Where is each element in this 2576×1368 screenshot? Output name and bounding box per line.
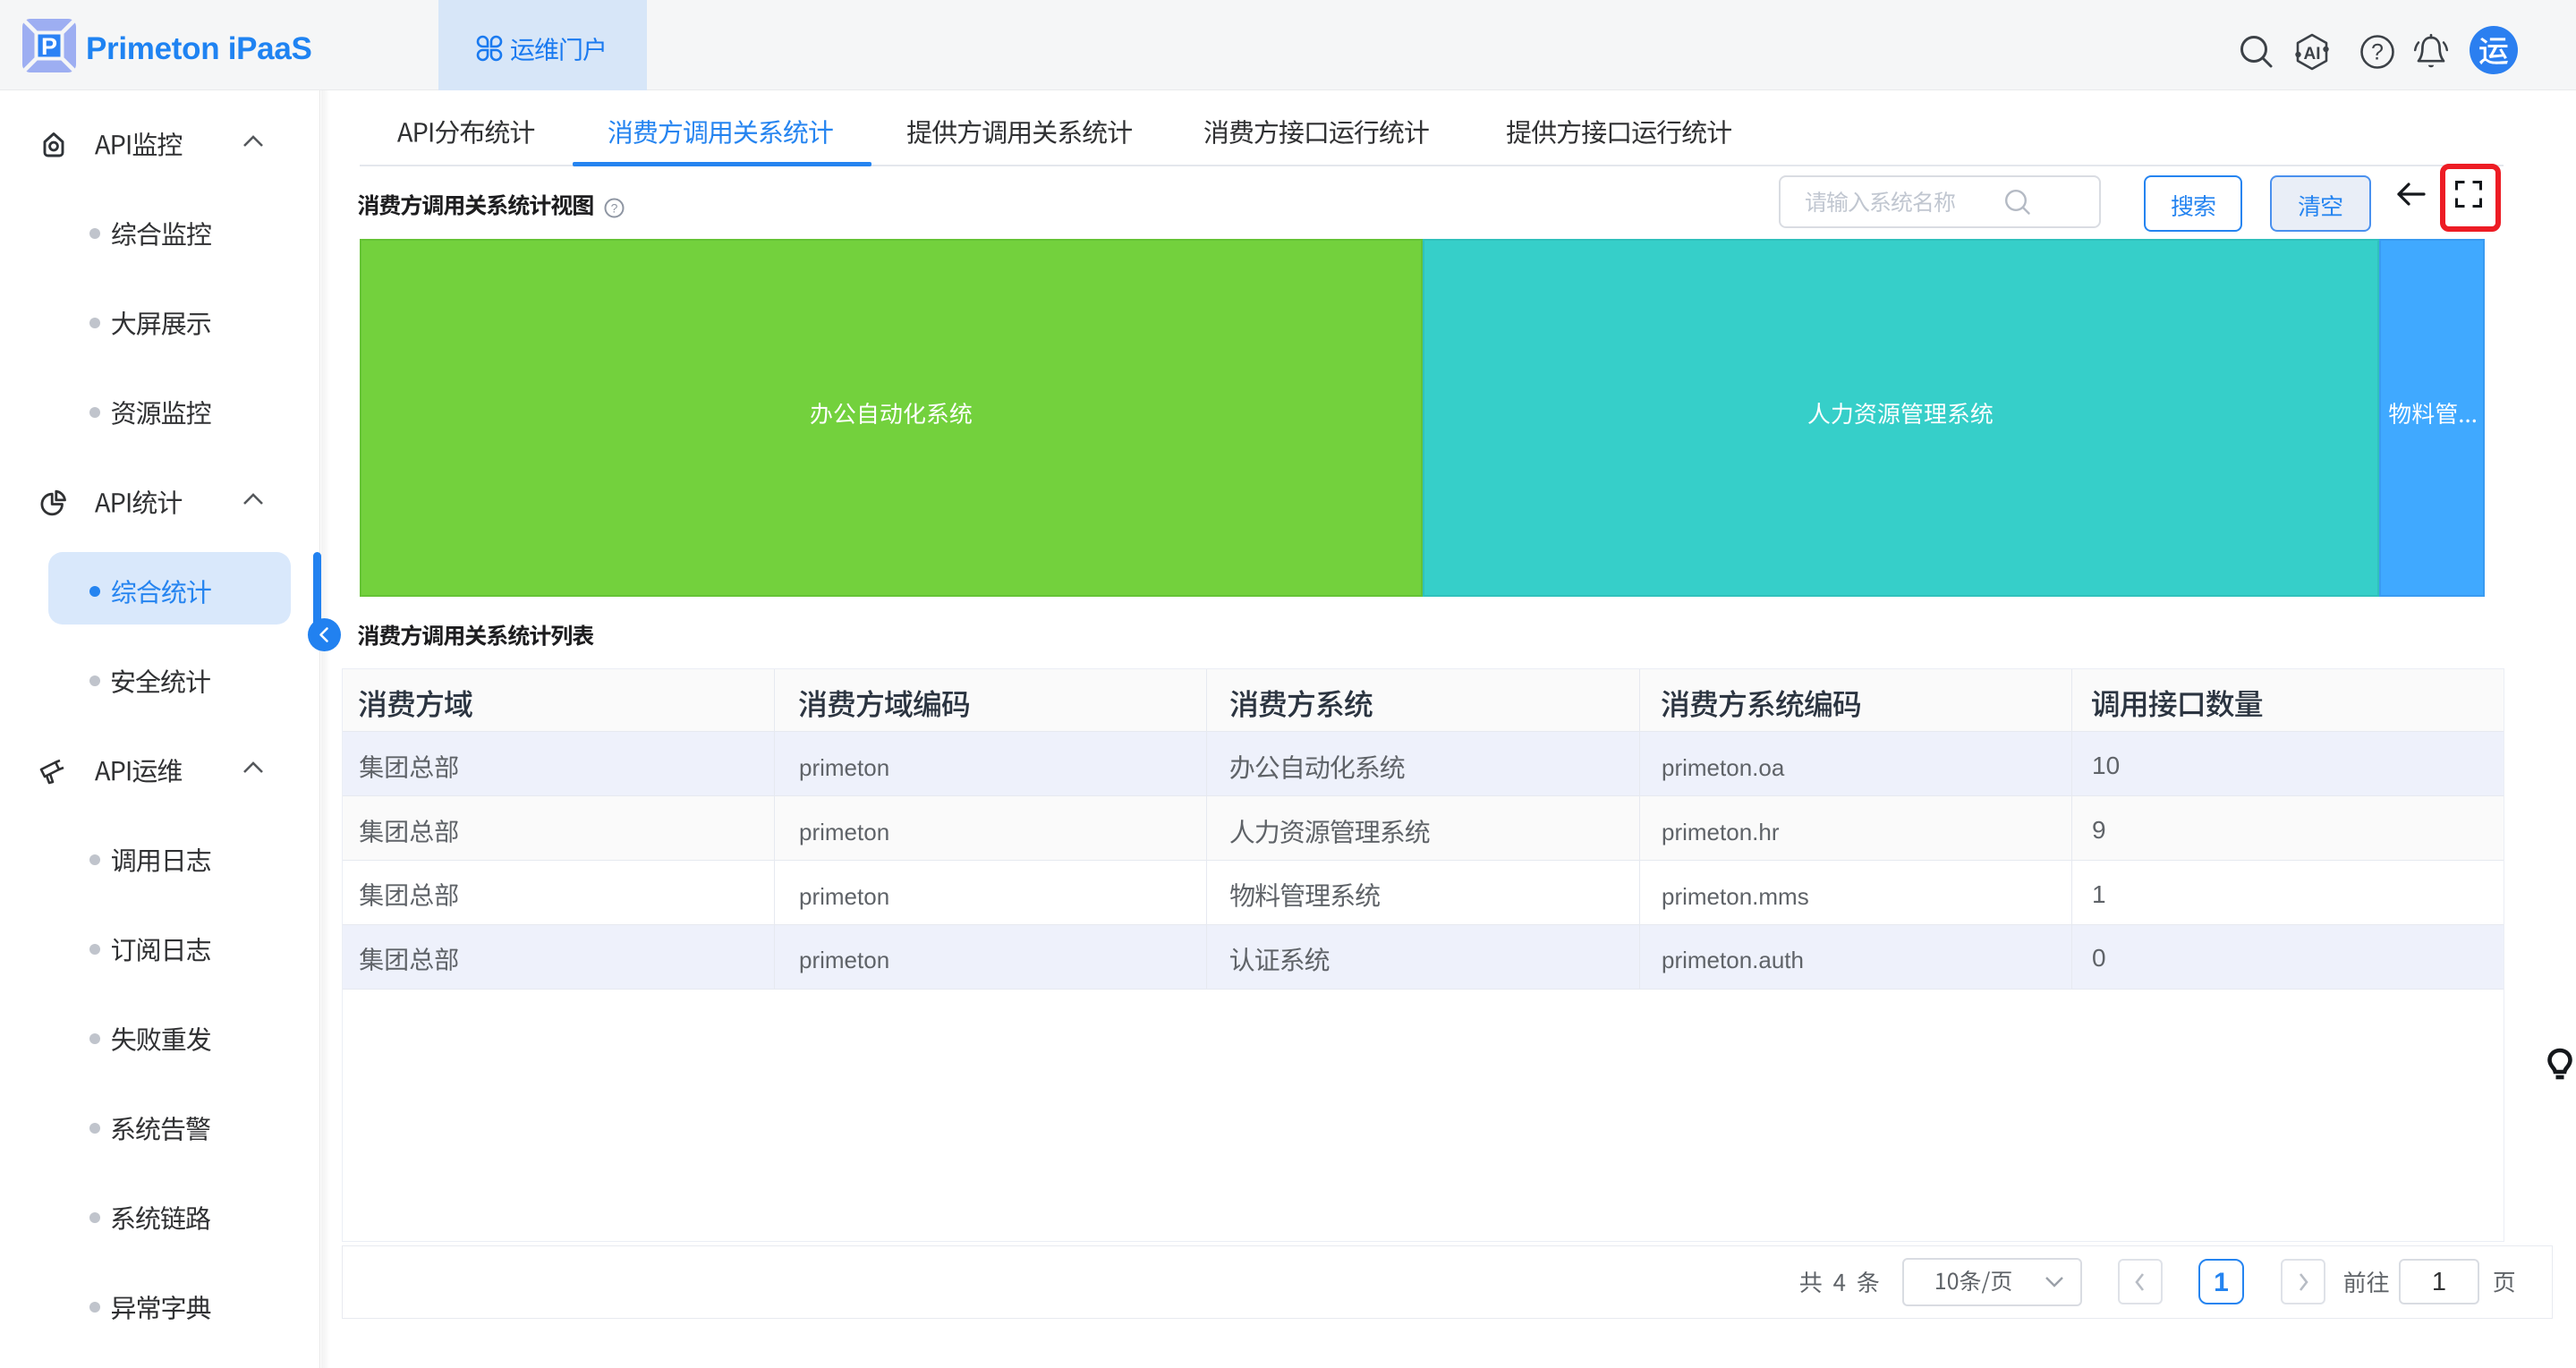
svg-text:?: ? <box>2371 40 2384 65</box>
svg-text:P: P <box>41 33 57 60</box>
svg-text:AI: AI <box>2304 45 2321 64</box>
svg-text:?: ? <box>611 201 618 216</box>
